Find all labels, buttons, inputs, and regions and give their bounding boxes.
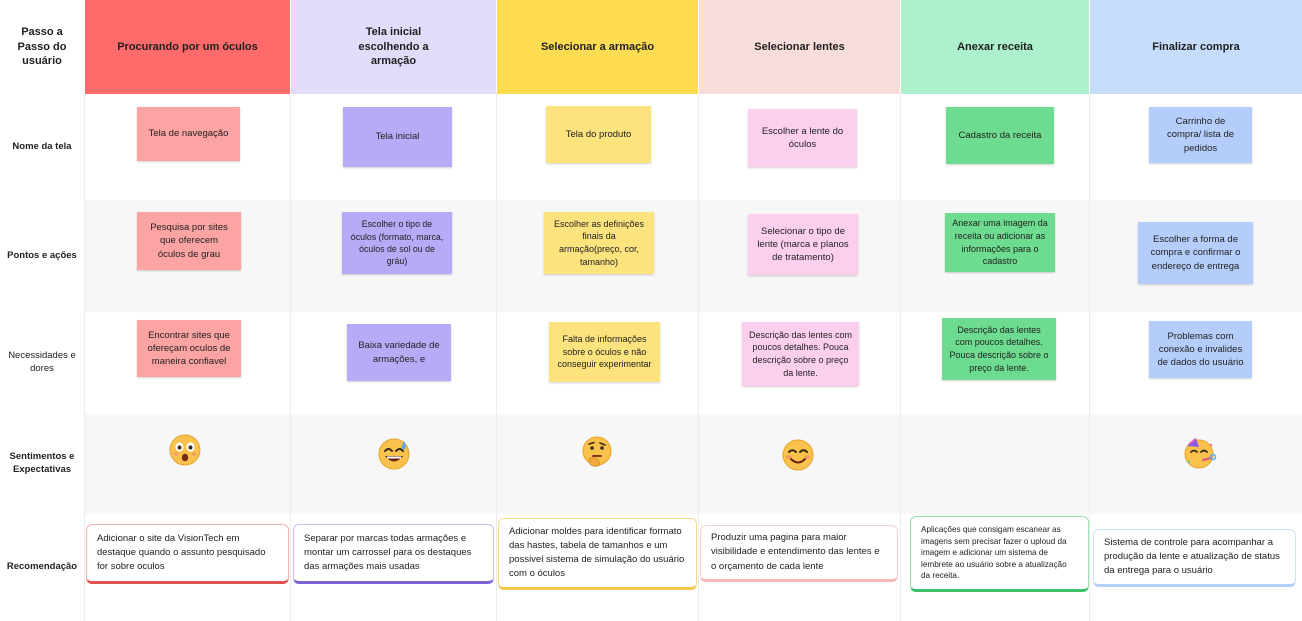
band-feelings [84, 414, 1302, 514]
partying-face-icon [1183, 436, 1217, 470]
column-header-anexar-receita: Anexar receita [901, 0, 1089, 94]
sticky-note-need[interactable]: Descrição das lentes com poucos detalhes… [742, 322, 859, 386]
column-divider [698, 94, 699, 621]
sticky-note-action[interactable]: Escolher as definições finais da armação… [544, 212, 654, 274]
row-label-actions: Pontos e ações [7, 249, 77, 261]
sticky-note-screen[interactable]: Tela do produto [546, 106, 651, 163]
recommendation-card[interactable]: Sistema de controle para acompanhar a pr… [1093, 529, 1296, 587]
recommendation-text: Adicionar o site da VisionTech em destaq… [97, 532, 266, 573]
row-label-feelings: Sentimentos e Expectativas [9, 451, 75, 475]
sticky-note-need[interactable]: Problemas com conexão e invalides de dad… [1149, 321, 1252, 378]
recommendation-text: Separar por marcas todas armações e mont… [304, 532, 472, 573]
band-actions [84, 200, 1302, 312]
recommendation-text: Aplicações que consigam escanear as imag… [921, 524, 1067, 581]
row-label-recommendation: Recomendação [6, 561, 78, 573]
band-needs [84, 312, 1302, 414]
column-divider [1089, 94, 1090, 621]
journey-map-board: Passo a Passo do usuário Nome da tela Po… [0, 0, 1302, 621]
recommendation-card[interactable]: Produzir uma pagina para maior visibilid… [700, 525, 898, 582]
sticky-note-screen[interactable]: Tela inicial [343, 107, 452, 167]
sticky-note-need[interactable]: Encontrar sites que ofereçam oculos de m… [137, 320, 241, 377]
sticky-note-need[interactable]: Falta de informações sobre o óculos e nã… [549, 322, 660, 382]
row-title-passo-a-passo: Passo a Passo do usuário [0, 0, 84, 94]
grinning-sweat-face-icon [377, 437, 411, 471]
recommendation-text: Sistema de controle para acompanhar a pr… [1104, 536, 1280, 577]
smiling-face-icon [781, 438, 815, 472]
column-divider [900, 94, 901, 621]
recommendation-card[interactable]: Adicionar o site da VisionTech em destaq… [86, 524, 289, 584]
column-divider [290, 94, 291, 621]
recommendation-card[interactable]: Adicionar moldes para identificar format… [498, 518, 697, 590]
row-label-needs: Necessidades e dores [8, 350, 76, 374]
recommendation-text: Adicionar moldes para identificar format… [509, 525, 685, 580]
recommendation-text: Produzir uma pagina para maior visibilid… [711, 532, 880, 572]
astonished-face-icon [168, 433, 202, 467]
column-header-procurando: Procurando por um óculos [85, 0, 290, 94]
sticky-note-screen[interactable]: Carrinho de compra/ lista de pedidos [1149, 107, 1252, 163]
band-screen [84, 94, 1302, 200]
sticky-note-screen[interactable]: Escolher a lente do óculos [748, 109, 857, 167]
column-header-finalizar-compra: Finalizar compra [1090, 0, 1302, 94]
column-header-selecionar-armacao: Selecionar a armação [497, 0, 698, 94]
sticky-note-action[interactable]: Escolher o tipo de óculos (formato, marc… [342, 212, 452, 274]
thinking-face-icon [580, 435, 614, 469]
column-divider [84, 94, 85, 621]
sticky-note-action[interactable]: Escolher a forma de compra e confirmar o… [1138, 222, 1253, 284]
sticky-note-screen[interactable]: Tela de navegação [137, 107, 240, 161]
sticky-note-screen[interactable]: Cadastro da receita [946, 107, 1054, 164]
sticky-note-action[interactable]: Anexar uma imagem da receita ou adiciona… [945, 213, 1055, 272]
recommendation-card[interactable]: Separar por marcas todas armações e mont… [293, 524, 494, 584]
column-divider [496, 94, 497, 621]
sticky-note-action[interactable]: Selecionar o tipo de lente (marca e plan… [748, 214, 858, 275]
sticky-note-action[interactable]: Pesquisa por sites que oferecem óculos d… [137, 212, 241, 270]
row-label-screen: Nome da tela [12, 140, 72, 152]
column-header-selecionar-lentes: Selecionar lentes [699, 0, 900, 94]
sticky-note-need[interactable]: Baixa variedade de armações, e [347, 324, 451, 381]
recommendation-card[interactable]: Aplicações que consigam escanear as imag… [910, 516, 1089, 592]
column-header-tela-inicial: Tela inicial escolhendo a armação [291, 0, 496, 94]
sticky-note-need[interactable]: Descrição das lentes com poucos detalhes… [942, 318, 1056, 380]
